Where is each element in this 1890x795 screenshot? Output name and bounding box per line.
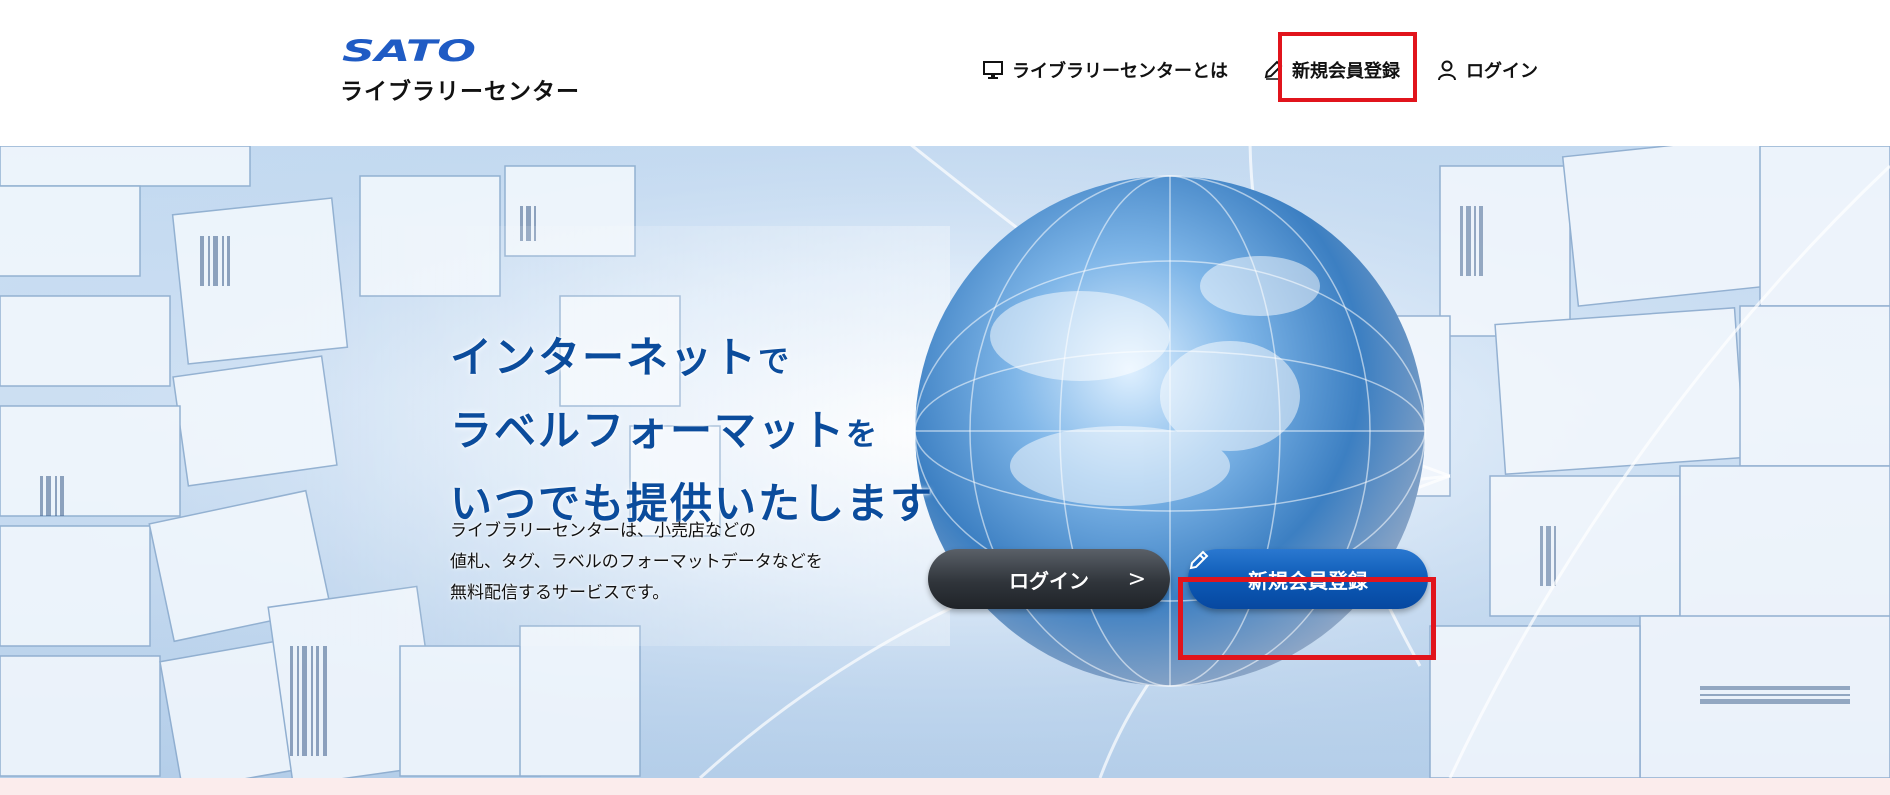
nav-register-highlight — [1278, 32, 1417, 102]
nav-about-label: ライブラリーセンターとは — [1012, 61, 1228, 82]
hero-headline: インターネットで ラベルフォーマットを いつでも提供いたします — [450, 326, 934, 545]
description-line-3: 無料配信するサービスです。 — [450, 583, 670, 603]
description-line-2: 値札、タグ、ラベルのフォーマットデータなどを — [450, 552, 823, 572]
nav-about-link[interactable]: ライブラリーセンターとは — [982, 55, 1228, 85]
headline-line-2-main: ラベルフォーマット — [450, 406, 847, 455]
brand-subtitle: ライブラリーセンター — [340, 79, 580, 105]
hero-register-highlight — [1178, 577, 1436, 660]
brand[interactable]: SATO ライブラリーセンター — [340, 38, 579, 105]
hero-background-art — [0, 146, 1890, 778]
hero-login-button[interactable]: ログイン > — [928, 549, 1170, 609]
headline-line-1-particle: で — [758, 344, 790, 380]
hero-banner: インターネットで ラベルフォーマットを いつでも提供いたします ライブラリーセン… — [0, 146, 1890, 778]
hero-description: ライブラリーセンターは、小売店などの 値札、タグ、ラベルのフォーマットデータなど… — [450, 516, 823, 609]
chevron-right-icon: > — [1127, 567, 1146, 592]
page-bottom-strip — [0, 778, 1890, 795]
description-line-1: ライブラリーセンターは、小売店などの — [450, 521, 756, 541]
sato-logo-text: SATO — [342, 38, 476, 64]
nav-login-label: ログイン — [1466, 61, 1538, 82]
sato-logo[interactable]: SATO — [340, 38, 480, 64]
nav-login-link[interactable]: ログイン — [1436, 55, 1538, 85]
user-icon — [1438, 60, 1456, 81]
headline-line-1: インターネットで — [450, 326, 934, 399]
site-header: SATO ライブラリーセンター ライブラリーセンターとは 新規会員登録 ログイン — [0, 0, 1890, 146]
pencil-icon — [1189, 550, 1209, 570]
headline-line-2-particle: を — [846, 417, 878, 453]
headline-line-2: ラベルフォーマットを — [450, 399, 934, 472]
monitor-icon — [983, 61, 1003, 79]
hero-login-label: ログイン — [1009, 568, 1089, 593]
headline-line-1-main: インターネット — [450, 333, 759, 382]
